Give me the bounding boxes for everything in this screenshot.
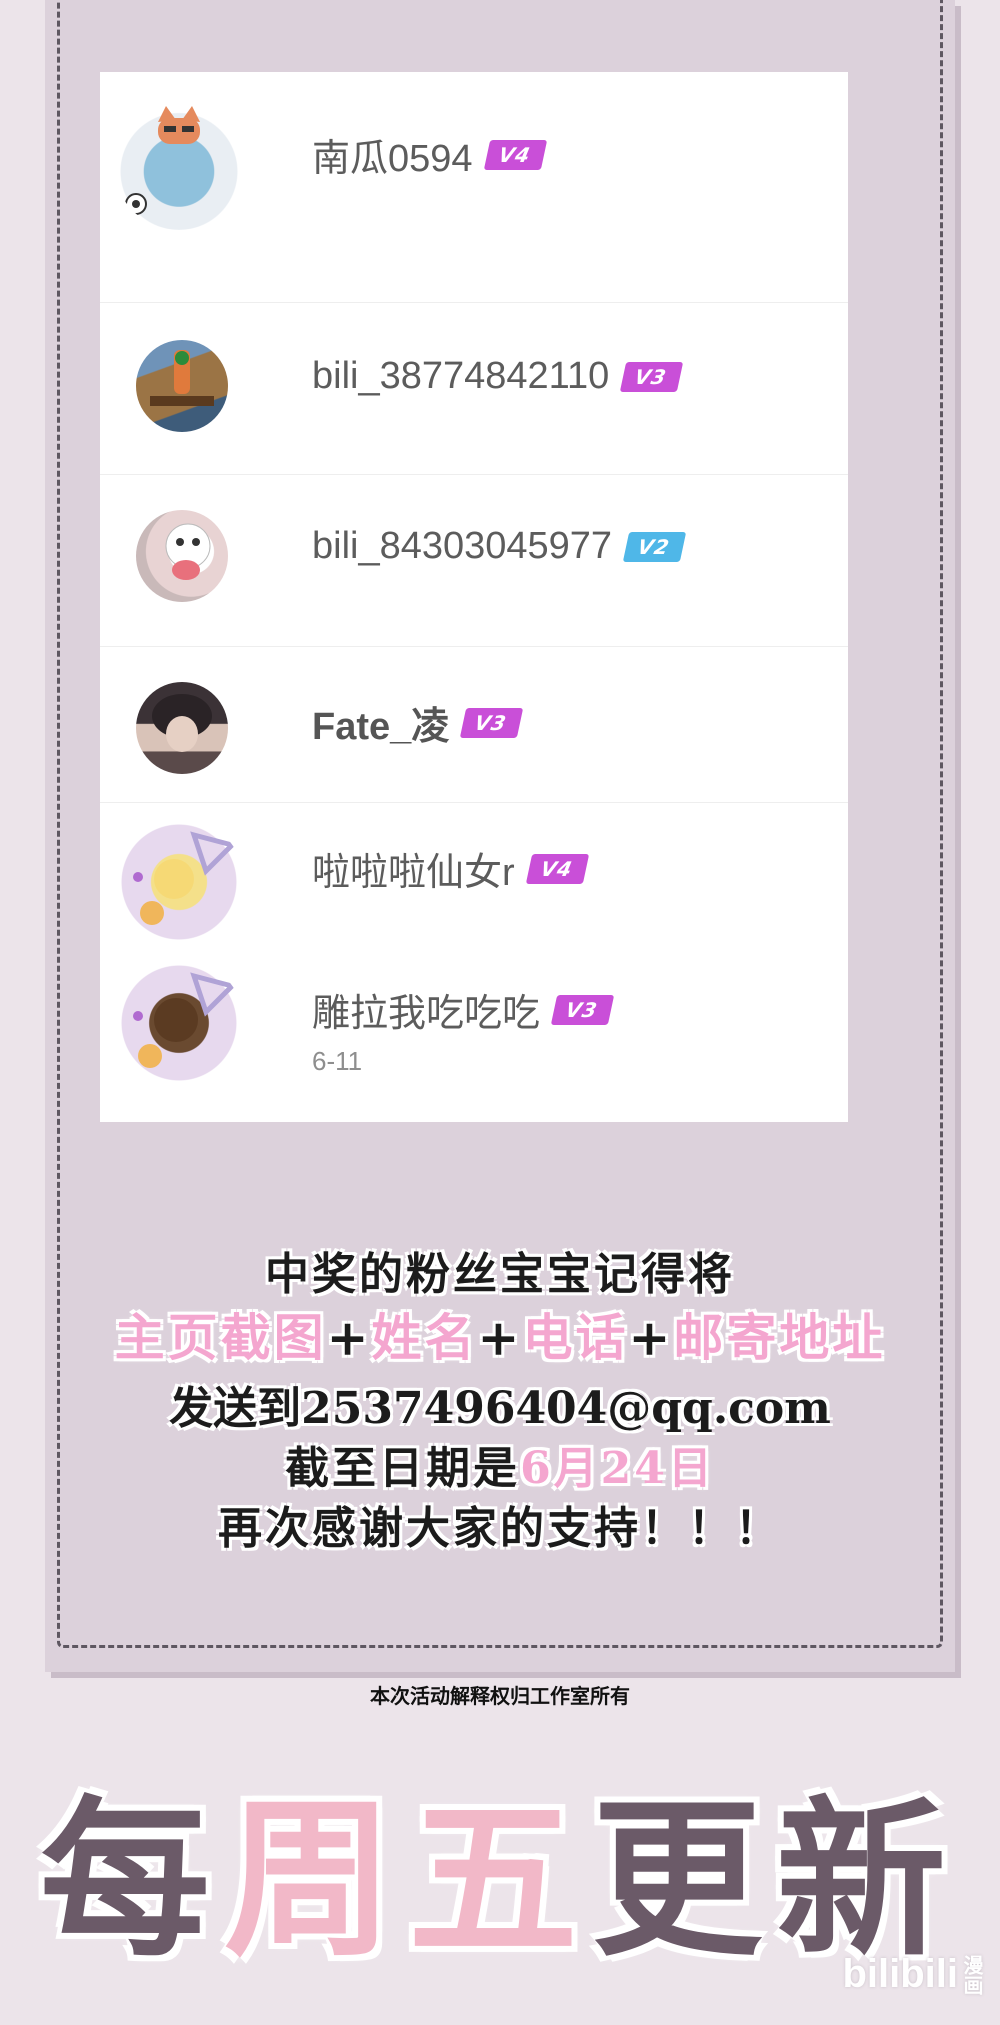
avatar[interactable] [114,100,244,230]
avatar[interactable] [136,682,228,774]
brand-text: bilibili [842,1952,958,1996]
plus-sign: + [477,1308,523,1367]
list-item[interactable]: bili_84303045977 V2 [100,474,848,647]
level-badge: V4 [525,853,590,884]
username[interactable]: Fate_凌 V3 [312,695,524,750]
level-badge: V3 [620,361,684,392]
cartoon-character-icon [150,350,214,406]
notice-line-2: 主页截图+姓名+电话+邮寄地址 [0,1298,1000,1370]
username-text: bili_84303045977 [312,525,613,567]
banner-char: 更 [592,1780,777,1980]
anime-portrait-icon [152,694,212,752]
notice-deadline-line: 截至日期是6月24日 [0,1432,1000,1496]
avatar[interactable] [136,340,228,432]
sheep-cartoon-icon [165,523,211,580]
fairy-character-icon [133,831,237,925]
username[interactable]: 啦啦啦仙女r V4 [312,841,590,896]
notice-item-phone: 电话 [522,1308,629,1367]
username[interactable]: bili_38774842110 V3 [312,355,684,398]
brand-sub: 漫画 [960,1954,984,1995]
banner-char: 周 [223,1780,408,1980]
bilibili-manga-watermark: bilibili 漫画 [842,1952,984,1997]
list-item[interactable]: Fate_凌 V3 [100,646,848,803]
username-text: bili_38774842110 [312,355,610,397]
username[interactable]: bili_84303045977 V2 [312,525,687,568]
username[interactable]: 南瓜0594 V4 [312,127,548,182]
notice-item-name: 姓名 [371,1308,478,1367]
deadline-date: 6月24日 [520,1443,715,1494]
banner-char: 五 [407,1780,592,1980]
username-text: 啦啦啦仙女r [312,852,515,894]
list-item[interactable]: bili_38774842110 V3 [100,302,848,475]
notice-thanks-line: 再次感谢大家的支持！！！ [218,1503,782,1554]
cat-mascot-icon [125,106,200,215]
level-badge: V3 [550,994,615,1025]
notice-item-address: 邮寄地址 [673,1308,886,1367]
banner-char: 新 [776,1780,961,1980]
avatar[interactable] [114,958,244,1088]
avatar[interactable] [114,817,244,947]
rights-notice: 本次活动解释权归工作室所有 [370,1684,630,1708]
banner-char: 每 [39,1780,224,1980]
list-item[interactable]: 雕拉我吃吃吃 V3 6-11 [100,958,848,1122]
username-text: 雕拉我吃吃吃 [312,993,541,1035]
character-avatar-icon [133,972,237,1068]
level-badge: V2 [622,531,687,562]
deadline-prefix: 截至日期是 [285,1443,521,1494]
notice-item-screenshot: 主页截图 [114,1308,327,1367]
username-text: 南瓜0594 [312,138,473,180]
comment-date: 6-11 [312,1046,363,1076]
list-item[interactable]: 啦啦啦仙女r V4 [100,802,848,959]
level-badge: V4 [483,139,548,170]
avatar[interactable] [136,510,228,602]
notice-line-1: 中奖的粉丝宝宝记得将 [265,1249,735,1300]
plus-sign: + [628,1308,674,1367]
list-item[interactable]: 南瓜0594 V4 [100,72,848,302]
username-text: Fate_凌 [312,706,450,748]
comment-list: 南瓜0594 V4 bili_38774842110 V3 bili_84303… [100,72,848,1122]
plus-sign: + [326,1308,372,1367]
level-badge: V3 [460,707,524,738]
username[interactable]: 雕拉我吃吃吃 V3 [312,982,615,1037]
notice-email-line: 发送到2537496404@qq.com [169,1383,831,1434]
